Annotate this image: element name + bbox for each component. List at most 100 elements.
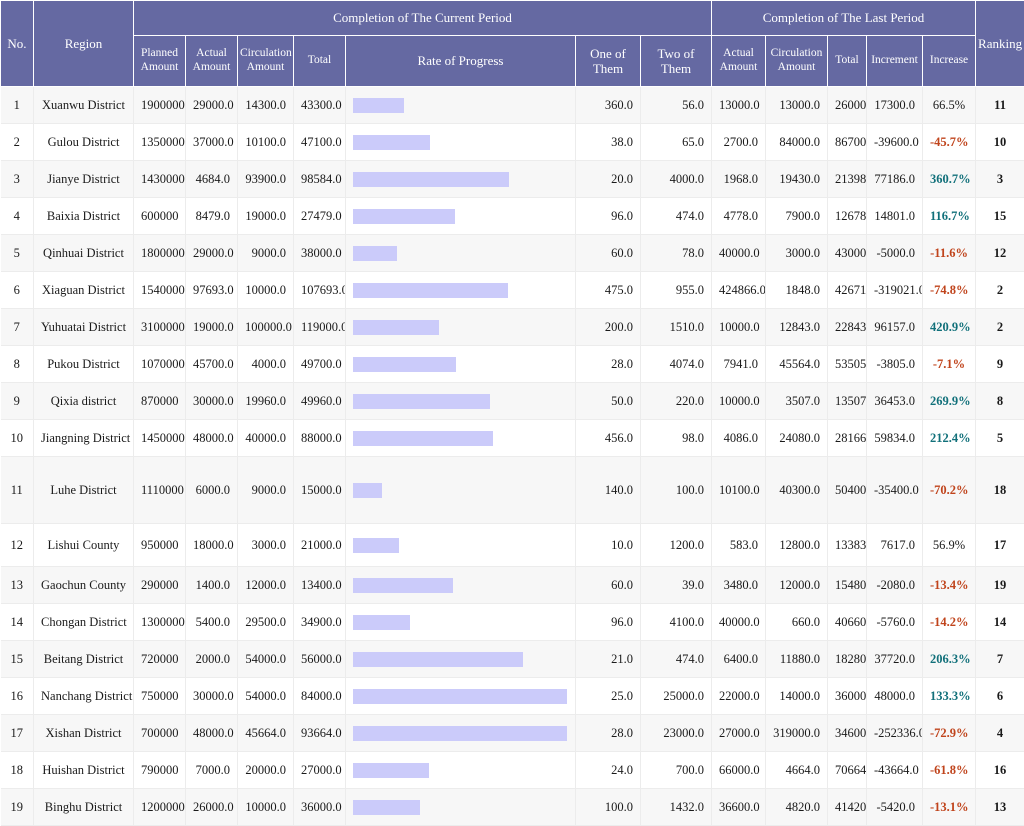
table-row[interactable]: 1Xuanwu District190000029000.014300.0433… (1, 87, 1024, 124)
cell-current-planned-amount: 700000 (134, 715, 186, 752)
table-row[interactable]: 14Chongan District13000005400.029500.034… (1, 604, 1024, 641)
cell-current-planned-amount: 1900000 (134, 87, 186, 124)
cell-last-increment: 36453.0 (867, 383, 923, 420)
cell-one-of-them: 21.0 (576, 641, 641, 678)
cell-rate-of-progress-bar (346, 789, 576, 826)
cell-increase-percent: -72.9% (923, 715, 976, 752)
cell-last-circulation-amount: 12843.0 (766, 309, 828, 346)
row-region-name: Gulou District (34, 124, 134, 161)
table-row[interactable]: 19Binghu District120000026000.010000.036… (1, 789, 1024, 826)
table-row[interactable]: 9Qixia district87000030000.019960.049960… (1, 383, 1024, 420)
progress-bar-fill (353, 652, 523, 667)
cell-last-circulation-amount: 40300.0 (766, 457, 828, 524)
cell-last-increment: 14801.0 (867, 198, 923, 235)
progress-bar-fill (353, 483, 382, 498)
header-current-total[interactable]: Total (294, 36, 346, 87)
cell-current-actual-amount: 1400.0 (186, 567, 238, 604)
cell-last-circulation-amount: 660.0 (766, 604, 828, 641)
table-row[interactable]: 5Qinhuai District180000029000.09000.0380… (1, 235, 1024, 272)
row-region-name: Qixia district (34, 383, 134, 420)
cell-two-of-them: 4100.0 (641, 604, 712, 641)
cell-rate-of-progress-bar (346, 604, 576, 641)
cell-last-increment: 96157.0 (867, 309, 923, 346)
progress-bar-track (353, 311, 568, 343)
cell-current-actual-amount: 45700.0 (186, 346, 238, 383)
cell-rate-of-progress-bar (346, 524, 576, 567)
table-row[interactable]: 13Gaochun County2900001400.012000.013400… (1, 567, 1024, 604)
cell-increase-percent: -45.7% (923, 124, 976, 161)
cell-current-circulation-amount: 9000.0 (238, 457, 294, 524)
cell-last-actual-amount: 2700.0 (712, 124, 766, 161)
header-rate-of-progress[interactable]: Rate of Progress (346, 36, 576, 87)
row-region-name: Yuhuatai District (34, 309, 134, 346)
table-row[interactable]: 15Beitang District7200002000.054000.0560… (1, 641, 1024, 678)
table-row[interactable]: 16Nanchang District75000030000.054000.08… (1, 678, 1024, 715)
header-last-increase[interactable]: Increase (923, 36, 976, 87)
table-row[interactable]: 11Luhe District11100006000.09000.015000.… (1, 457, 1024, 524)
cell-one-of-them: 100.0 (576, 789, 641, 826)
header-last-actual-amount[interactable]: Actual Amount (712, 36, 766, 87)
table-row[interactable]: 2Gulou District135000037000.010100.04710… (1, 124, 1024, 161)
cell-current-actual-amount: 30000.0 (186, 678, 238, 715)
table-row[interactable]: 18Huishan District7900007000.020000.0270… (1, 752, 1024, 789)
table-row[interactable]: 17Xishan District70000048000.045664.0936… (1, 715, 1024, 752)
cell-current-planned-amount: 1110000 (134, 457, 186, 524)
header-one-of-them[interactable]: One of Them (576, 36, 641, 87)
table-row[interactable]: 6Xiaguan District154000097693.010000.010… (1, 272, 1024, 309)
table-row[interactable]: 7Yuhuatai District310000019000.0100000.0… (1, 309, 1024, 346)
header-current-circulation-amount[interactable]: Circulation Amount (238, 36, 294, 87)
cell-two-of-them: 474.0 (641, 641, 712, 678)
row-number: 9 (1, 383, 34, 420)
table-row[interactable]: 4Baixia District6000008479.019000.027479… (1, 198, 1024, 235)
cell-ranking: 5 (976, 420, 1024, 457)
header-no[interactable]: No. (1, 1, 34, 87)
cell-increase-percent: 66.5% (923, 87, 976, 124)
table-row[interactable]: 3Jianye District14300004684.093900.09858… (1, 161, 1024, 198)
table-row[interactable]: 12Lishui County95000018000.03000.021000.… (1, 524, 1024, 567)
row-number: 12 (1, 524, 34, 567)
cell-current-planned-amount: 1200000 (134, 789, 186, 826)
cell-current-total: 27000.0 (294, 752, 346, 789)
cell-current-total: 49960.0 (294, 383, 346, 420)
cell-last-increment: 59834.0 (867, 420, 923, 457)
header-region[interactable]: Region (34, 1, 134, 87)
progress-bar-track (353, 163, 568, 195)
header-current-planned-amount[interactable]: Planned Amount (134, 36, 186, 87)
cell-current-actual-amount: 6000.0 (186, 457, 238, 524)
cell-last-circulation-amount: 4664.0 (766, 752, 828, 789)
cell-last-actual-amount: 40000.0 (712, 604, 766, 641)
row-number: 7 (1, 309, 34, 346)
cell-current-total: 34900.0 (294, 604, 346, 641)
table-row[interactable]: 10Jiangning District145000048000.040000.… (1, 420, 1024, 457)
cell-increase-percent: -11.6% (923, 235, 976, 272)
cell-current-circulation-amount: 19960.0 (238, 383, 294, 420)
header-current-actual-amount[interactable]: Actual Amount (186, 36, 238, 87)
cell-ranking: 9 (976, 346, 1024, 383)
cell-current-circulation-amount: 20000.0 (238, 752, 294, 789)
header-last-increment[interactable]: Increment (867, 36, 923, 87)
progress-bar-fill (353, 578, 453, 593)
header-last-total[interactable]: Total (828, 36, 867, 87)
cell-current-actual-amount: 30000.0 (186, 383, 238, 420)
cell-one-of-them: 140.0 (576, 457, 641, 524)
progress-bar-fill (353, 689, 567, 704)
cell-current-total: 36000.0 (294, 789, 346, 826)
cell-last-total: 21398.0 (828, 161, 867, 198)
header-two-of-them[interactable]: Two of Them (641, 36, 712, 87)
cell-two-of-them: 955.0 (641, 272, 712, 309)
cell-current-actual-amount: 2000.0 (186, 641, 238, 678)
cell-last-circulation-amount: 19430.0 (766, 161, 828, 198)
cell-last-circulation-amount: 4820.0 (766, 789, 828, 826)
header-last-circulation-amount[interactable]: Circulation Amount (766, 36, 828, 87)
header-ranking[interactable]: Ranking (976, 1, 1024, 87)
cell-current-circulation-amount: 54000.0 (238, 678, 294, 715)
cell-rate-of-progress-bar (346, 272, 576, 309)
cell-ranking: 8 (976, 383, 1024, 420)
progress-bar-track (353, 643, 568, 675)
row-region-name: Lishui County (34, 524, 134, 567)
cell-current-planned-amount: 1450000 (134, 420, 186, 457)
cell-current-actual-amount: 97693.0 (186, 272, 238, 309)
table-row[interactable]: 8Pukou District107000045700.04000.049700… (1, 346, 1024, 383)
cell-increase-percent: 133.3% (923, 678, 976, 715)
row-region-name: Pukou District (34, 346, 134, 383)
